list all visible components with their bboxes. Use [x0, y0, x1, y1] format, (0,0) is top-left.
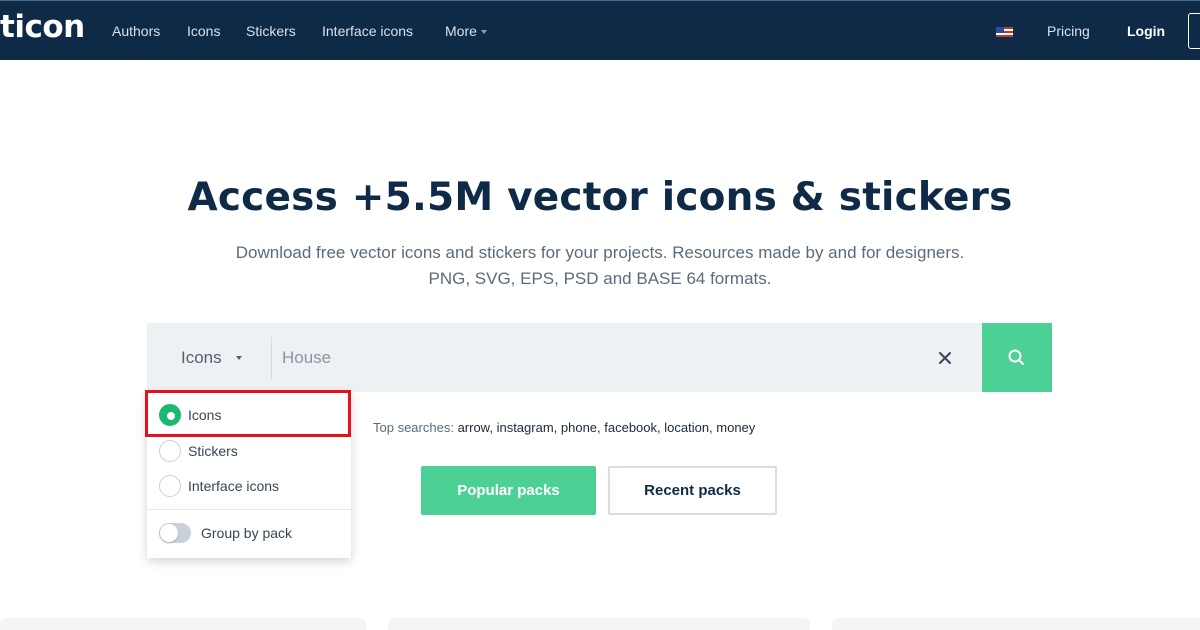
- nav-authors[interactable]: Authors: [112, 23, 160, 39]
- dropdown-option-stickers[interactable]: Stickers: [159, 439, 238, 463]
- group-by-pack-row[interactable]: Group by pack: [159, 522, 292, 544]
- top-searches-terms[interactable]: arrow, instagram, phone, facebook, locat…: [458, 420, 756, 435]
- content-card[interactable]: [0, 618, 366, 630]
- content-card[interactable]: [388, 618, 810, 630]
- content-card[interactable]: [832, 618, 1200, 630]
- hero-subtitle-line-1: Download free vector icons and stickers …: [235, 243, 965, 262]
- nav-interface-icons[interactable]: Interface icons: [322, 23, 413, 39]
- radio-unchecked-icon[interactable]: [159, 475, 181, 497]
- top-searches-label: Top searches:: [373, 420, 454, 435]
- hero-subtitle: Download free vector icons and stickers …: [0, 240, 1200, 292]
- signup-button[interactable]: [1188, 13, 1200, 49]
- clear-search-button[interactable]: [932, 345, 958, 371]
- chevron-down-icon: [235, 355, 242, 360]
- site-logo[interactable]: ticon: [0, 9, 85, 45]
- radio-unchecked-icon[interactable]: [159, 440, 181, 462]
- dropdown-divider: [147, 509, 351, 510]
- top-searches: Top searches: arrow, instagram, phone, f…: [373, 420, 755, 435]
- resource-type-dropdown: Icons Stickers Interface icons Group by …: [147, 392, 351, 558]
- nav-more-label: More: [445, 23, 477, 39]
- nav-pricing[interactable]: Pricing: [1047, 23, 1090, 39]
- dropdown-option-label: Stickers: [188, 443, 238, 459]
- hero-subtitle-line-2: PNG, SVG, EPS, PSD and BASE 64 formats.: [428, 269, 772, 288]
- popular-packs-button[interactable]: Popular packs: [421, 466, 596, 515]
- group-by-pack-label: Group by pack: [201, 525, 293, 541]
- radio-checked-icon[interactable]: [159, 404, 181, 426]
- resource-type-label: Icons: [181, 347, 222, 367]
- group-by-pack-toggle[interactable]: [159, 523, 191, 543]
- search-button[interactable]: [982, 323, 1052, 392]
- search-icon: [1008, 349, 1024, 365]
- search-divider: [271, 337, 272, 379]
- search-bar: Icons: [147, 323, 982, 392]
- recent-packs-button[interactable]: Recent packs: [608, 466, 777, 515]
- nav-more[interactable]: More: [445, 23, 487, 39]
- search-input[interactable]: [282, 341, 922, 375]
- close-icon: [939, 352, 951, 364]
- hero-title: Access +5.5M vector icons & stickers: [187, 175, 1013, 220]
- top-navigation-bar: ticon Authors Icons Stickers Interface i…: [0, 0, 1200, 60]
- dropdown-option-label: Interface icons: [188, 478, 280, 494]
- resource-type-select[interactable]: Icons: [147, 323, 271, 392]
- chevron-down-icon: [480, 30, 487, 35]
- login-link[interactable]: Login: [1127, 23, 1165, 39]
- nav-stickers[interactable]: Stickers: [246, 23, 296, 39]
- nav-icons[interactable]: Icons: [187, 23, 220, 39]
- us-flag-icon[interactable]: [996, 27, 1013, 37]
- dropdown-option-interface-icons[interactable]: Interface icons: [159, 474, 279, 498]
- dropdown-option-label: Icons: [188, 407, 222, 423]
- dropdown-option-icons[interactable]: Icons: [159, 403, 221, 427]
